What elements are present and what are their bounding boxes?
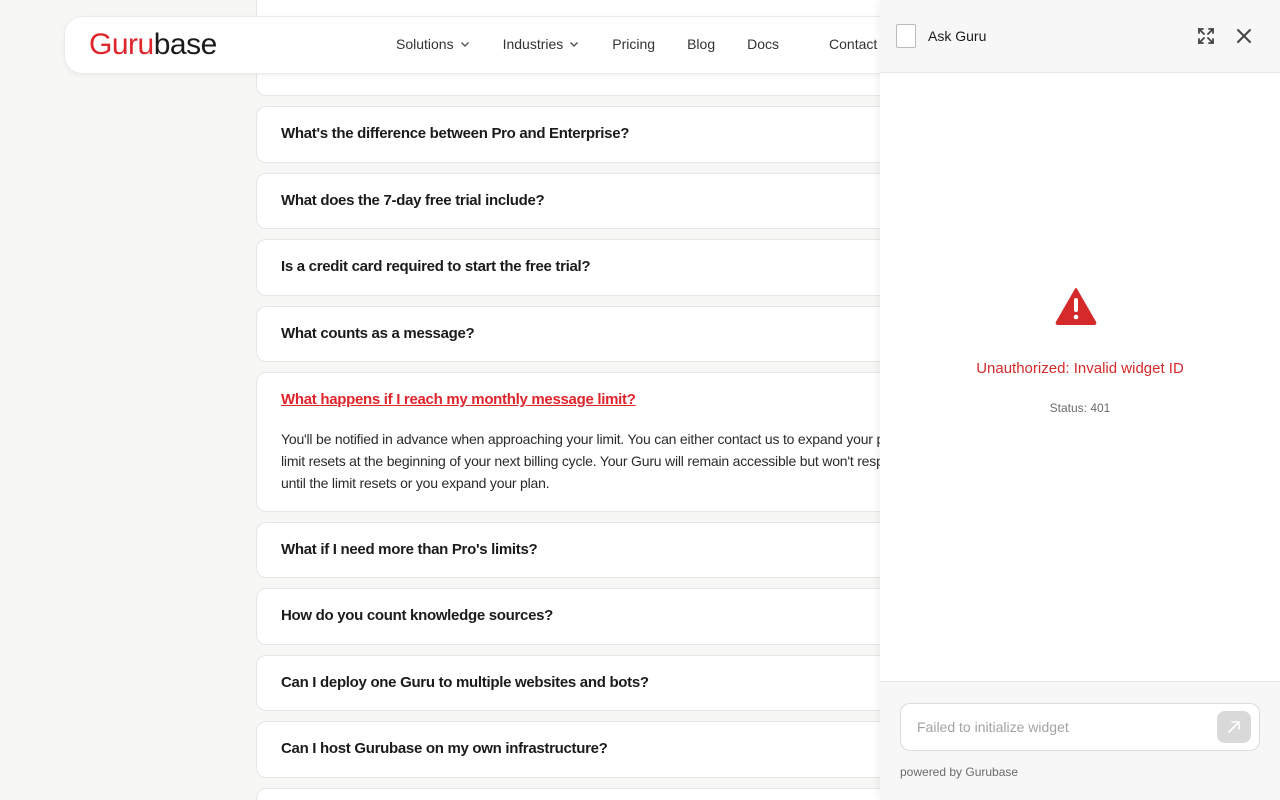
faq-question: What does the 7-day free trial include? xyxy=(281,192,545,209)
nav-solutions-label: Solutions xyxy=(396,36,454,52)
nav-pricing-label: Pricing xyxy=(612,36,656,52)
faq-question: What's the difference between Pro and En… xyxy=(281,125,630,142)
nav-solutions[interactable]: Solutions xyxy=(396,36,470,52)
broken-image-icon xyxy=(896,24,916,48)
error-status: Status: 401 xyxy=(1049,401,1111,415)
close-icon[interactable] xyxy=(1234,26,1254,46)
faq-item-expanded[interactable]: What happens if I reach my monthly messa… xyxy=(256,372,956,512)
faq-item[interactable]: What counts as a message? xyxy=(256,306,956,362)
faq-item[interactable] xyxy=(256,788,956,800)
logo-guru-text: Guru xyxy=(89,28,154,61)
expand-icon[interactable] xyxy=(1196,26,1216,46)
widget-footer: powered by Gurubase xyxy=(880,681,1280,800)
ask-guru-widget: Ask Guru Unauthorized: Invalid widget ID… xyxy=(880,0,1280,800)
send-button[interactable] xyxy=(1217,711,1251,743)
nav-industries-label: Industries xyxy=(502,36,564,52)
faq-question-active[interactable]: What happens if I reach my monthly messa… xyxy=(281,391,636,408)
gurubase-logo[interactable]: Gurubase xyxy=(89,30,217,60)
faq-question: Is a credit card required to start the f… xyxy=(281,258,591,275)
send-arrow-icon xyxy=(1228,721,1240,733)
nav-pricing[interactable]: Pricing xyxy=(612,36,655,52)
faq-question: What if I need more than Pro's limits? xyxy=(281,541,538,558)
faq-question: How do you count knowledge sources? xyxy=(281,607,554,624)
logo-base-text: base xyxy=(153,28,218,61)
faq-item[interactable]: Can I deploy one Guru to multiple websit… xyxy=(256,655,956,711)
nav-contact[interactable]: Contact xyxy=(829,36,877,52)
faq-question: What counts as a message? xyxy=(281,325,475,342)
faq-answer-line: until the limit resets or you expand you… xyxy=(281,475,550,491)
nav-industries[interactable]: Industries xyxy=(503,36,580,52)
warning-icon xyxy=(1055,288,1097,325)
faq-item[interactable]: How do you count knowledge sources? xyxy=(256,588,956,645)
nav-contact-label: Contact xyxy=(829,36,878,52)
message-input[interactable] xyxy=(900,703,1260,751)
widget-header: Ask Guru xyxy=(880,0,1280,73)
faq-item[interactable]: What does the 7-day free trial include? xyxy=(256,173,956,229)
faq-item[interactable]: What's the difference between Pro and En… xyxy=(256,106,956,163)
nav-docs[interactable]: Docs xyxy=(747,36,779,52)
faq-question: Can I host Gurubase on my own infrastruc… xyxy=(281,740,608,757)
nav-docs-label: Docs xyxy=(747,36,780,52)
widget-title: Ask Guru xyxy=(928,28,987,44)
powered-by[interactable]: powered by Gurubase xyxy=(900,765,1018,779)
error-message: Unauthorized: Invalid widget ID xyxy=(976,360,1184,377)
chevron-down-icon xyxy=(460,42,469,47)
faq-item[interactable]: What if I need more than Pro's limits? xyxy=(256,522,956,578)
nav-blog[interactable]: Blog xyxy=(687,36,715,52)
faq-answer-line: You'll be notified in advance when appro… xyxy=(281,431,903,447)
faq-question: Can I deploy one Guru to multiple websit… xyxy=(281,674,649,691)
nav-menu: Solutions Industries Pricing Blog Docs C… xyxy=(396,36,877,52)
faq-answer: You'll be notified in advance when appro… xyxy=(281,428,921,494)
chevron-down-icon xyxy=(570,42,579,47)
faq-answer-line: limit resets at the beginning of your ne… xyxy=(281,453,899,469)
nav-blog-label: Blog xyxy=(687,36,716,52)
faq-item[interactable]: Can I host Gurubase on my own infrastruc… xyxy=(256,721,956,778)
faq-item[interactable]: Is a credit card required to start the f… xyxy=(256,239,956,296)
